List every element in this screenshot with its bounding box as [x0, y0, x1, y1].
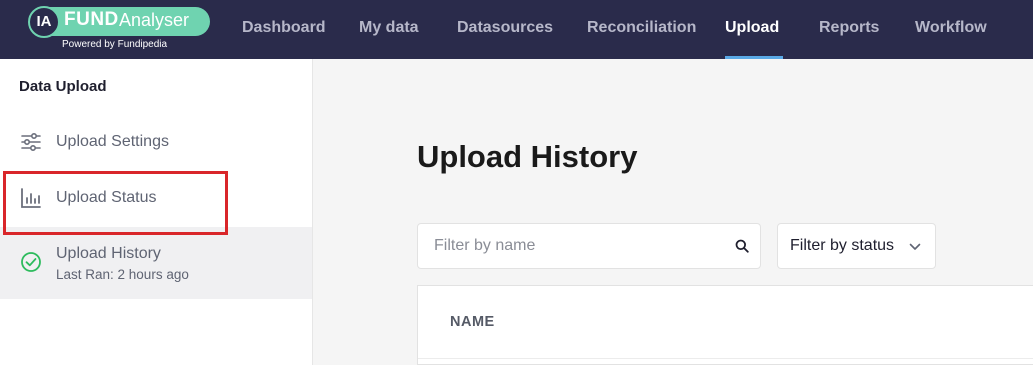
highlight-annotation-box: [3, 171, 228, 235]
logo-name-light: Analyser: [119, 10, 190, 30]
nav-item-upload-label: Upload: [725, 19, 780, 36]
nav-item-dashboard[interactable]: Dashboard: [242, 0, 326, 59]
sidebar-item-label: Upload History: [56, 245, 161, 262]
check-circle-icon: [21, 252, 41, 272]
sidebar-item-label: Upload Settings: [56, 133, 169, 150]
sliders-icon: [21, 132, 41, 152]
nav-item-workflow[interactable]: Workflow: [915, 0, 987, 59]
sidebar-title: Data Upload: [19, 78, 107, 95]
top-navigation-bar: IA FUND Analyser Powered by Fundipedia D…: [0, 0, 1033, 59]
logo-badge: IA: [28, 6, 60, 38]
filter-by-status-dropdown[interactable]: Filter by status: [777, 223, 936, 269]
active-tab-indicator: [725, 56, 783, 59]
nav-item-reports[interactable]: Reports: [819, 0, 879, 59]
filter-by-name-field: [417, 223, 761, 269]
search-icon[interactable]: [735, 239, 749, 253]
fundanalyser-logo[interactable]: IA FUND Analyser Powered by Fundipedia: [28, 6, 210, 52]
table-divider: [418, 358, 1033, 359]
nav-item-my-data[interactable]: My data: [359, 0, 419, 59]
filter-by-name-input[interactable]: [419, 225, 719, 267]
upload-history-table: NAME: [417, 285, 1033, 365]
nav-item-reconciliation[interactable]: Reconciliation: [587, 0, 696, 59]
nav-item-datasources[interactable]: Datasources: [457, 0, 553, 59]
filter-by-status-label: Filter by status: [790, 237, 895, 254]
chevron-down-icon: [909, 243, 921, 250]
last-ran-text: Last Ran: 2 hours ago: [56, 267, 189, 282]
sidebar-item-upload-history[interactable]: Upload History Last Ran: 2 hours ago: [0, 227, 312, 299]
column-header-name[interactable]: NAME: [450, 314, 495, 330]
page-title: Upload History: [417, 139, 638, 174]
powered-by-text: Powered by Fundipedia: [62, 39, 168, 50]
logo-name-bold: FUND: [64, 9, 119, 30]
sidebar-item-upload-settings[interactable]: Upload Settings: [0, 114, 312, 170]
nav-item-upload[interactable]: Upload: [725, 0, 783, 59]
